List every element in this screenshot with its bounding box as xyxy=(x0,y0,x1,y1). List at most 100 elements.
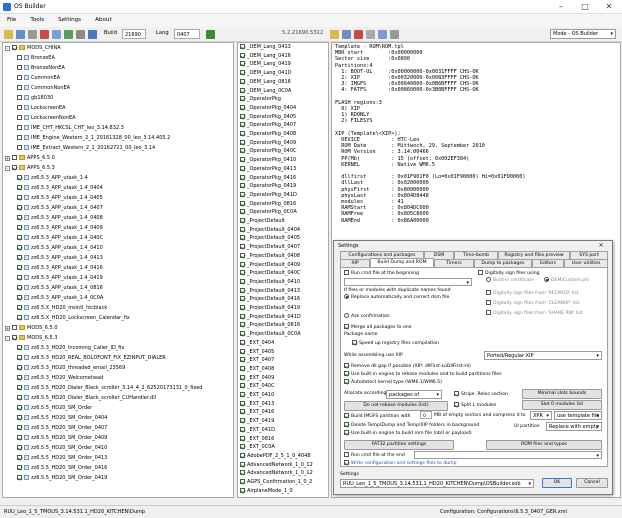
list-item-checkbox[interactable] xyxy=(240,339,245,345)
list-item[interactable]: _ProjectDefault_0410 xyxy=(240,278,300,286)
list-item[interactable]: _ProjectDefault_0409 xyxy=(240,261,300,269)
builtin-rom-checkbox[interactable] xyxy=(344,430,349,435)
merge-all-row[interactable]: Merge all packages to one xyxy=(344,324,412,331)
list-item[interactable]: _ProjectDefault_0413 xyxy=(240,287,300,295)
list-item-checkbox[interactable] xyxy=(240,148,245,154)
list-item[interactable]: _EXT_040C xyxy=(240,383,275,390)
list-item[interactable]: _OperatorPkg_0404 xyxy=(240,104,296,112)
list-item[interactable]: AdvancedNetwork_1_0_12 xyxy=(240,470,313,477)
builtin-cert-row[interactable]: Built-in certificate xyxy=(486,277,534,284)
tab-dump-to-packages[interactable]: Dump to packages xyxy=(474,259,532,267)
tree-item[interactable]: zz6.5.5_HD20_SM_Order_0413 xyxy=(17,455,107,462)
list-item[interactable]: _EXT_0409 xyxy=(240,374,274,382)
tree-item-checkbox[interactable] xyxy=(17,315,22,320)
fat32-settings-button[interactable]: FAT32 partition settings xyxy=(344,440,454,450)
tree-item-checkbox[interactable] xyxy=(17,145,22,150)
maximize-button[interactable]: □ xyxy=(574,1,596,13)
list-item-checkbox[interactable] xyxy=(240,444,245,450)
tree-item-checkbox[interactable] xyxy=(17,235,22,240)
list-item[interactable]: _OperatorPkg xyxy=(240,96,281,103)
run-cmd-end-path[interactable] xyxy=(414,451,602,459)
tab-timers[interactable]: Timers xyxy=(434,259,474,267)
list-item[interactable]: _OperatorPkg_0413 xyxy=(240,165,296,173)
tree-item[interactable]: zz6.5.3_HD20_REAL_BOLDFONT_FIX_EZINPUT_D… xyxy=(17,355,166,362)
tree-item-checkbox[interactable] xyxy=(17,455,22,460)
tree-item-checkbox[interactable] xyxy=(17,135,22,140)
list-item-checkbox[interactable] xyxy=(240,174,245,180)
list-item-checkbox[interactable] xyxy=(240,331,245,337)
list-item[interactable]: _OperatorPkg_0C0A xyxy=(240,209,297,216)
tree-item-checkbox[interactable] xyxy=(17,365,22,370)
tree-item[interactable]: IME_Engine_Western_2_1_20161328_00_leo_3… xyxy=(17,135,170,142)
run-cmd-begin-row[interactable]: Run cmd file at the beginning xyxy=(344,270,419,277)
list-item[interactable]: AdobePDF_2_5_1_0_4048 xyxy=(240,452,311,460)
speed-up-row[interactable]: Speed up registry files compilation xyxy=(352,340,439,347)
tree-item[interactable]: zz6.5.3_APP_utask_1.4_0C0A xyxy=(17,295,103,302)
build-imgfs-row[interactable]: Build IMGFS partition with xyxy=(344,413,411,420)
delete-temp-row[interactable]: Delete Temp\Dump and Temp\XIP folders in… xyxy=(344,422,479,429)
list-item-checkbox[interactable] xyxy=(240,348,245,354)
tree-item-checkbox[interactable] xyxy=(17,185,22,190)
tree-item-checkbox[interactable] xyxy=(12,45,17,50)
run-cmd-end-checkbox[interactable] xyxy=(344,452,349,457)
tree-item[interactable]: CommonNonEA xyxy=(17,85,70,92)
oem-custom-row[interactable]: OEM\Custom.pfx xyxy=(544,277,589,284)
slot0-modules-button[interactable]: Slot 0 modules list xyxy=(522,400,602,410)
tree-item-checkbox[interactable] xyxy=(17,375,22,380)
list-item-checkbox[interactable] xyxy=(240,392,245,397)
compress-select[interactable]: XPR xyxy=(530,411,552,420)
tree-item-checkbox[interactable] xyxy=(17,295,22,300)
expand-icon[interactable]: + xyxy=(5,326,10,331)
list-item-checkbox[interactable] xyxy=(240,261,245,267)
tab-registry-preview[interactable]: Registry and files preview xyxy=(498,251,570,259)
autodetect-checkbox[interactable] xyxy=(344,379,349,384)
list-item-checkbox[interactable] xyxy=(240,270,245,276)
tree-item[interactable]: zz6.5.3_HD20_Incoming_Caller_ID_fix xyxy=(17,345,124,352)
run-cmd-begin-path[interactable] xyxy=(344,278,472,286)
allocate-select[interactable]: packages of xyxy=(386,390,442,399)
tree-item[interactable]: zz6.5.3_HD20_Welcomehead xyxy=(17,375,103,382)
tree-item-checkbox[interactable] xyxy=(12,155,17,160)
build-arrow-icon[interactable] xyxy=(206,30,215,39)
list-item[interactable]: _OEM_Lang_0416 xyxy=(240,52,291,60)
copy-icon[interactable] xyxy=(52,30,61,39)
collapse-icon[interactable]: - xyxy=(5,46,10,51)
list-item-checkbox[interactable] xyxy=(240,113,245,119)
open-rom-icon[interactable] xyxy=(330,30,339,39)
tree-item[interactable]: zz6.5.3_APP_utask_1.4_040C xyxy=(17,235,103,242)
split-l-row[interactable]: Split L modules xyxy=(454,402,496,409)
rom-files-button[interactable]: ROM files and types xyxy=(486,440,602,450)
tab-sys-port[interactable]: SYS port xyxy=(570,251,608,259)
tree-item[interactable]: LockscreenEA xyxy=(17,105,66,112)
tree-item-checkbox[interactable] xyxy=(17,445,22,450)
list-item[interactable]: _ProjectDefault_041D xyxy=(240,313,301,321)
list-item-checkbox[interactable] xyxy=(240,52,245,58)
sign-files-row[interactable]: Digitally sign files using xyxy=(478,270,540,277)
list-item[interactable]: _ProjectDefault_0408 xyxy=(240,252,300,260)
tree-item-checkbox[interactable] xyxy=(17,385,22,390)
cancel-button[interactable]: Cancel xyxy=(576,478,608,488)
tab-user-utilities[interactable]: User utilities xyxy=(564,259,608,267)
tree-item-checkbox[interactable] xyxy=(17,55,22,60)
list-item[interactable]: _OperatorPkg_0409 xyxy=(240,139,296,147)
list-item-checkbox[interactable] xyxy=(240,400,245,406)
tree-item[interactable]: zz6.5.3_HD20_threaded_email_23569 xyxy=(17,365,125,372)
stripe-row[interactable]: Stripe .Reloc section xyxy=(454,391,508,398)
tree-item-checkbox[interactable] xyxy=(17,405,22,410)
replace-auto-row[interactable]: Replace automatically and correct dsm fi… xyxy=(344,294,449,301)
tree-item[interactable]: zz6.5.5_HD20_SM_Order_0416 xyxy=(17,465,107,472)
list-item-checkbox[interactable] xyxy=(240,139,245,145)
check-icon[interactable] xyxy=(64,30,73,39)
tree-item[interactable]: zz6.5.3_APP_utask_1.4_0410 xyxy=(17,245,103,252)
list-item-checkbox[interactable] xyxy=(240,122,245,128)
list-item[interactable]: _EXT_0419 xyxy=(240,418,274,425)
package-tree[interactable]: - MODS_CHINA BronzeEA BronzeNonEA CommonEA Co… xyxy=(2,42,234,498)
tree-item[interactable]: zz6.5.3_APP_utask_1.4_0408 xyxy=(17,215,103,222)
tree-item[interactable]: zz6.5.5_HD20_SM_Order_0419 xyxy=(17,475,107,482)
list-item[interactable]: _OEM_Lang_041D xyxy=(240,70,292,77)
lang-field[interactable]: 0407 xyxy=(174,29,200,39)
tree-item-checkbox[interactable] xyxy=(17,105,22,110)
list-item[interactable]: _EXT_0408 xyxy=(240,365,274,373)
tree-item-checkbox[interactable] xyxy=(17,75,22,80)
list-item-checkbox[interactable] xyxy=(240,305,245,310)
